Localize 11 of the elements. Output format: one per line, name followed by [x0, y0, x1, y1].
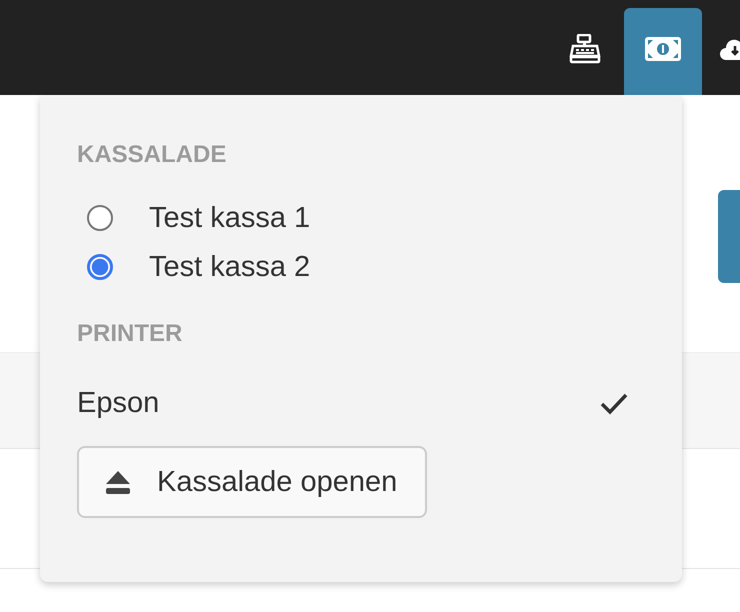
- option-label[interactable]: Test kassa 1: [149, 198, 310, 238]
- radio-button[interactable]: [87, 205, 113, 231]
- banknote-icon: [645, 36, 681, 60]
- radio-button[interactable]: [87, 254, 113, 280]
- printer-option[interactable]: Epson: [77, 387, 160, 420]
- section-heading: PRINTER: [77, 319, 182, 349]
- section-heading: KASSALADE: [77, 140, 226, 170]
- cash-register-icon: [569, 34, 601, 64]
- eject-icon: [105, 469, 131, 495]
- open-drawer-button[interactable]: Kassalade openen: [77, 446, 428, 518]
- option-label[interactable]: Test kassa 2: [149, 247, 310, 287]
